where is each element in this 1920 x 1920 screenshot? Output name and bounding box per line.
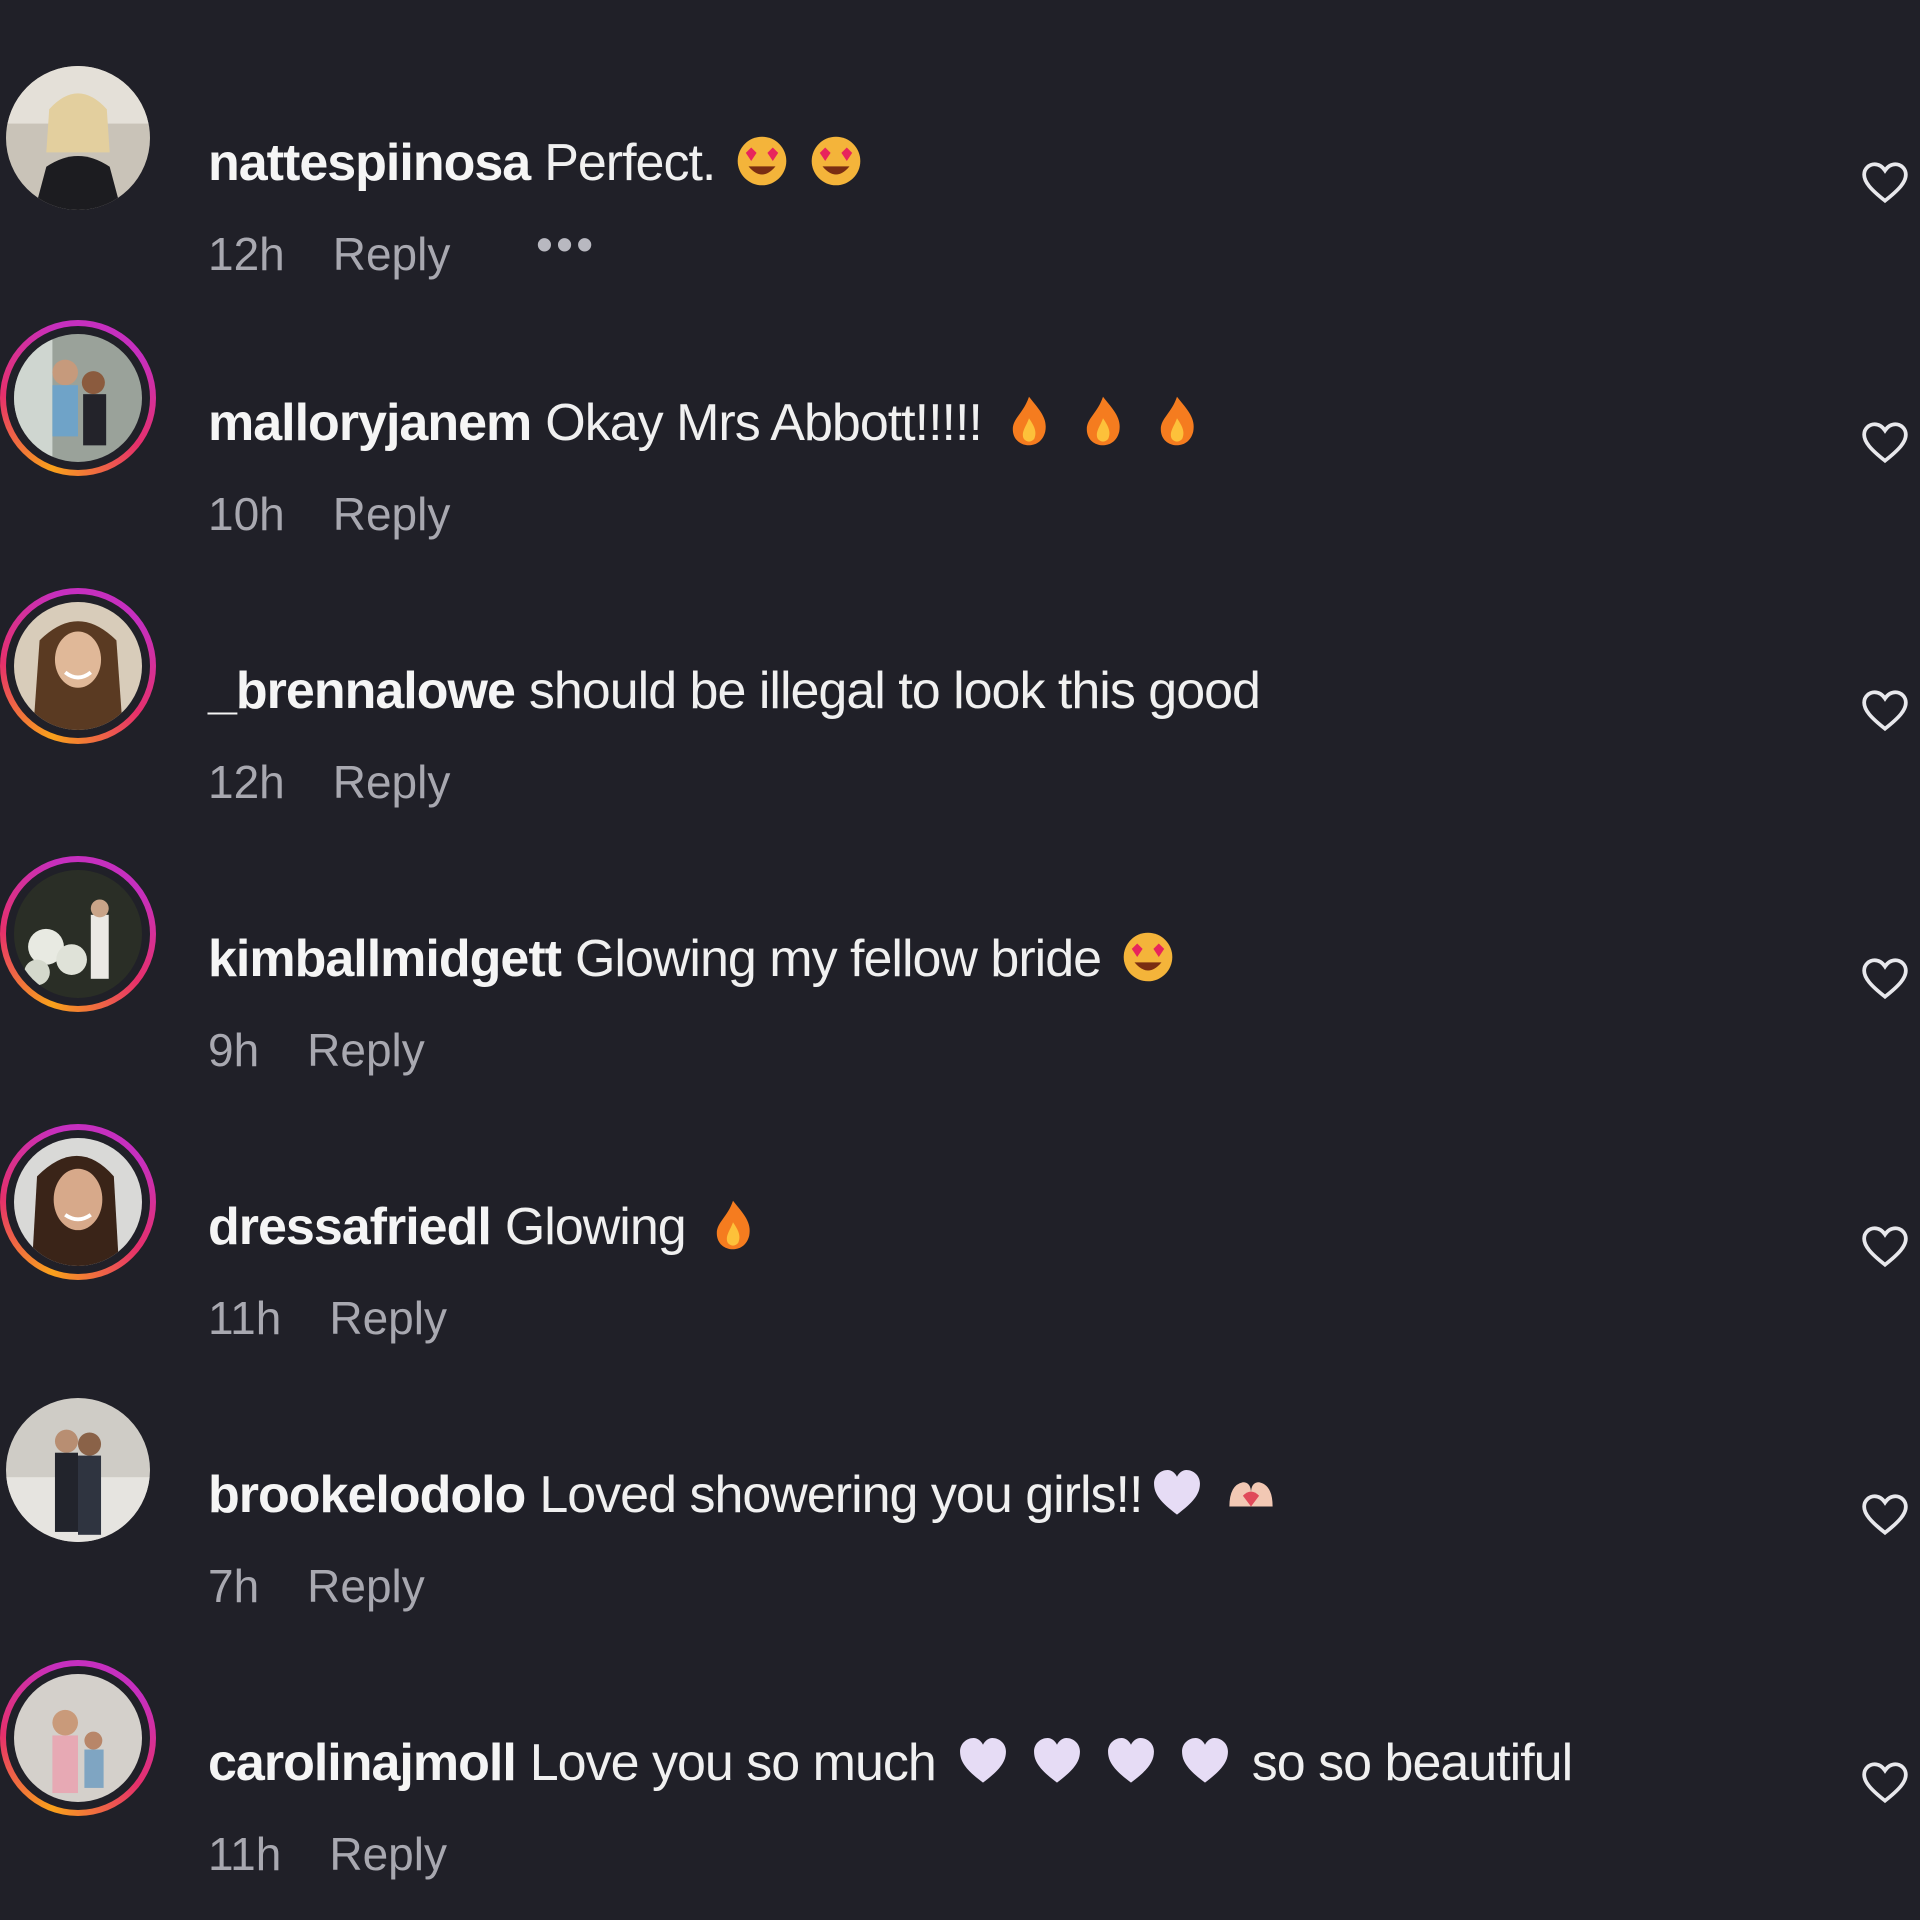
avatar[interactable] bbox=[0, 1660, 156, 1816]
avatar-image bbox=[14, 334, 142, 462]
reply-button[interactable]: Reply bbox=[307, 1560, 425, 1612]
reply-button[interactable]: Reply bbox=[329, 1292, 447, 1344]
avatar-image bbox=[14, 870, 142, 998]
avatar-image bbox=[14, 1138, 142, 1266]
comment-time: 11h bbox=[208, 1828, 282, 1880]
fire-emoji bbox=[706, 1198, 760, 1252]
avatar[interactable] bbox=[0, 320, 156, 476]
more-options-button[interactable]: ••• bbox=[536, 214, 596, 274]
comment-line: nattespiinosa Perfect. bbox=[208, 128, 863, 198]
reply-button[interactable]: Reply bbox=[333, 228, 451, 280]
comment-username[interactable]: dressafriedl bbox=[208, 1198, 492, 1256]
comment-text: Love you so much bbox=[529, 1734, 937, 1792]
like-heart-icon[interactable] bbox=[1860, 1222, 1910, 1272]
avatar-image bbox=[6, 66, 150, 210]
comment-time: 10h bbox=[208, 488, 285, 540]
comment-username[interactable]: malloryjanem bbox=[208, 394, 532, 452]
comment-text: Okay Mrs Abbott!!!!! bbox=[545, 394, 983, 452]
star-struck-emoji bbox=[1121, 930, 1175, 984]
white-heart-emoji bbox=[1178, 1734, 1232, 1788]
avatar[interactable] bbox=[0, 1124, 156, 1280]
comment-meta: 9h Reply bbox=[208, 1020, 425, 1080]
comment-meta: 12h Reply bbox=[208, 752, 450, 812]
comment-time: 7h bbox=[208, 1560, 260, 1612]
comment-row: carolinajmoll Love you so much so so beaut… bbox=[0, 1660, 1920, 1920]
reply-button[interactable]: Reply bbox=[333, 756, 451, 808]
avatar[interactable] bbox=[0, 588, 156, 744]
white-heart-emoji bbox=[1030, 1734, 1084, 1788]
comment-text-after: so so beautiful bbox=[1251, 1734, 1573, 1792]
comment-username[interactable]: _brennalowe bbox=[208, 662, 516, 720]
like-heart-icon[interactable] bbox=[1860, 686, 1910, 736]
avatar-image bbox=[14, 1674, 142, 1802]
fire-emoji bbox=[1076, 394, 1130, 448]
white-heart-emoji bbox=[1150, 1466, 1204, 1520]
comment-row: brookelodolo Loved showering you girls!! … bbox=[0, 1392, 1920, 1660]
avatar[interactable] bbox=[0, 856, 156, 1012]
comment-line: dressafriedl Glowing bbox=[208, 1192, 760, 1262]
comment-meta: 10h Reply bbox=[208, 484, 450, 544]
comment-text: Glowing my fellow bride bbox=[574, 930, 1102, 988]
reply-button[interactable]: Reply bbox=[333, 488, 451, 540]
fire-emoji bbox=[1002, 394, 1056, 448]
comment-row: malloryjanem Okay Mrs Abbott!!!!! 10h Repl… bbox=[0, 320, 1920, 588]
like-heart-icon[interactable] bbox=[1860, 418, 1910, 468]
comment-text: Perfect. bbox=[544, 134, 716, 192]
comment-line: carolinajmoll Love you so much so so beaut… bbox=[208, 1728, 1573, 1798]
comment-line: _brennalowe should be illegal to look thi… bbox=[208, 656, 1261, 726]
comment-line: kimballmidgett Glowing my fellow bride bbox=[208, 924, 1175, 994]
comment-row: nattespiinosa Perfect. 12h Reply ••• bbox=[0, 60, 1920, 328]
avatar-image bbox=[6, 1398, 150, 1542]
comment-username[interactable]: carolinajmoll bbox=[208, 1734, 517, 1792]
comment-meta: 11h Reply bbox=[208, 1824, 447, 1884]
avatar[interactable] bbox=[0, 60, 156, 216]
comment-time: 9h bbox=[208, 1024, 260, 1076]
avatar[interactable] bbox=[0, 1392, 156, 1548]
comment-username[interactable]: kimballmidgett bbox=[208, 930, 562, 988]
comment-line: brookelodolo Loved showering you girls!! bbox=[208, 1460, 1278, 1530]
heart-hands-emoji bbox=[1224, 1466, 1278, 1520]
comment-line: malloryjanem Okay Mrs Abbott!!!!! bbox=[208, 388, 1204, 458]
comment-text: Loved showering you girls!! bbox=[539, 1466, 1143, 1524]
comment-username[interactable]: brookelodolo bbox=[208, 1466, 526, 1524]
comment-time: 12h bbox=[208, 756, 285, 808]
reply-button[interactable]: Reply bbox=[307, 1024, 425, 1076]
comment-row: kimballmidgett Glowing my fellow bride 9h… bbox=[0, 856, 1920, 1124]
reply-button[interactable]: Reply bbox=[329, 1828, 447, 1880]
avatar-image bbox=[14, 602, 142, 730]
comment-time: 11h bbox=[208, 1292, 282, 1344]
white-heart-emoji bbox=[1104, 1734, 1158, 1788]
star-struck-emoji bbox=[735, 134, 789, 188]
like-heart-icon[interactable] bbox=[1860, 954, 1910, 1004]
comment-row: dressafriedl Glowing 11h Reply bbox=[0, 1124, 1920, 1392]
comment-meta: 7h Reply bbox=[208, 1556, 425, 1616]
comment-username[interactable]: nattespiinosa bbox=[208, 134, 531, 192]
white-heart-emoji bbox=[956, 1734, 1010, 1788]
like-heart-icon[interactable] bbox=[1860, 158, 1910, 208]
comment-row: _brennalowe should be illegal to look thi… bbox=[0, 588, 1920, 856]
like-heart-icon[interactable] bbox=[1860, 1758, 1910, 1808]
comment-time: 12h bbox=[208, 228, 285, 280]
like-heart-icon[interactable] bbox=[1860, 1490, 1910, 1540]
comment-meta: 11h Reply bbox=[208, 1288, 447, 1348]
star-struck-emoji bbox=[809, 134, 863, 188]
fire-emoji bbox=[1150, 394, 1204, 448]
comment-text: Glowing bbox=[504, 1198, 687, 1256]
comment-text: should be illegal to look this good bbox=[528, 662, 1261, 720]
comment-meta: 12h Reply ••• bbox=[208, 218, 597, 284]
